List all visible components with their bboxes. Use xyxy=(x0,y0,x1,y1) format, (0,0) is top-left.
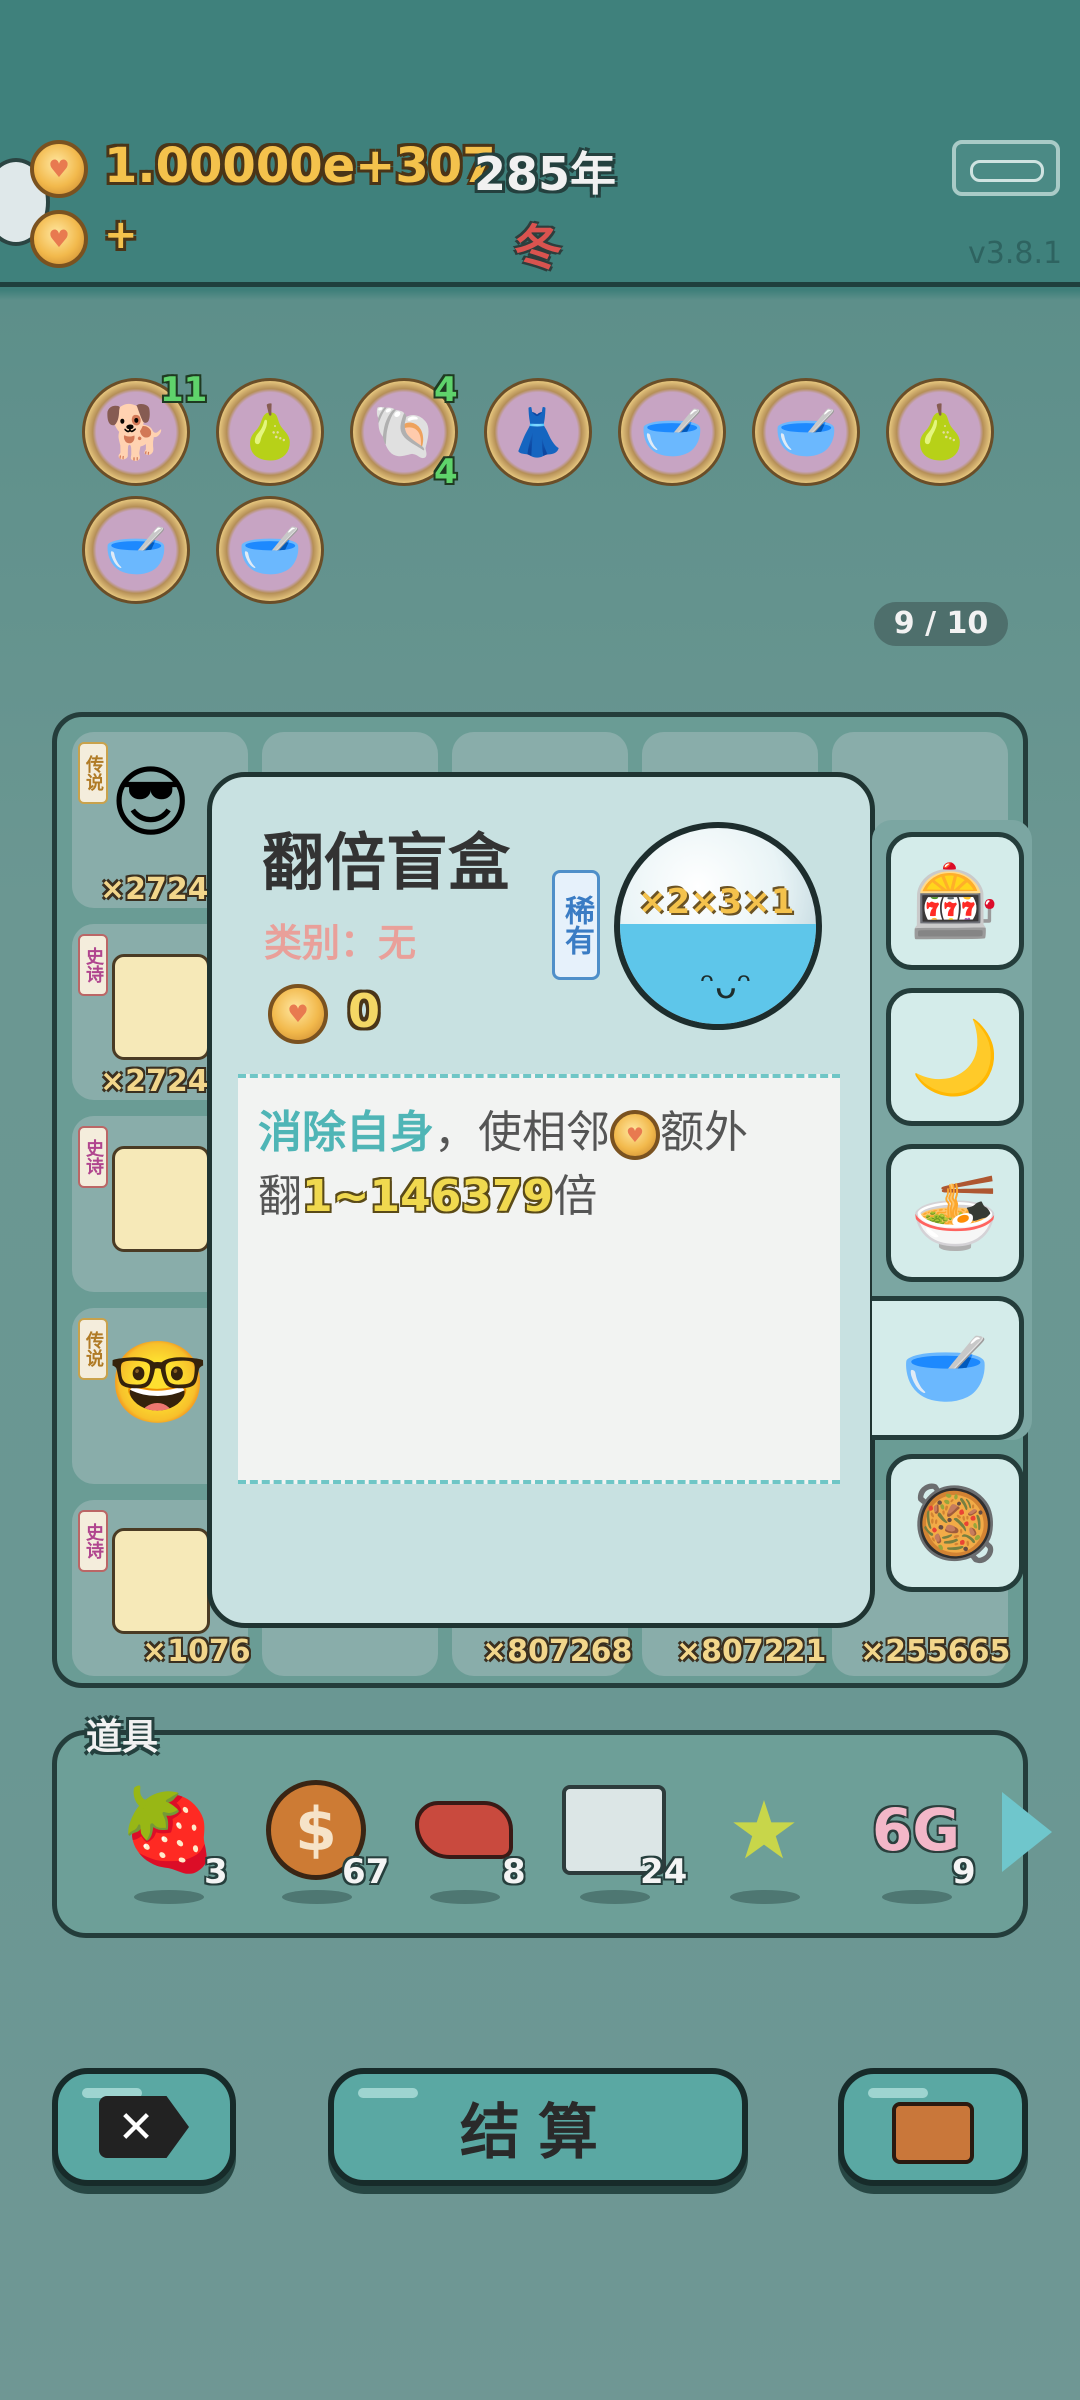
rarity-tag: 传说 xyxy=(78,742,108,804)
score-value: 1.00000e+307 xyxy=(104,138,496,194)
prop-shadow xyxy=(730,1890,800,1904)
close-icon: ✕ xyxy=(99,2096,189,2158)
bowl-arrow-icon: 🥣 xyxy=(773,402,839,463)
prop-item[interactable]: ★ xyxy=(704,1770,824,1890)
6g-icon: 6G xyxy=(872,1796,960,1864)
close-button[interactable]: ✕ xyxy=(52,2068,236,2186)
skirt-icon: 👗 xyxy=(509,404,567,459)
side-item-gacha[interactable]: 🎰 xyxy=(886,832,1024,970)
moon-icon: 🌙 xyxy=(910,1014,1000,1099)
category-label: 类别：无 xyxy=(264,921,417,965)
bubble-text: ×2×3×1 xyxy=(638,882,795,922)
item-count: ×2724 xyxy=(100,1064,209,1099)
item-count: ×255665 xyxy=(860,1634,1011,1669)
gold-coin-icon: ♥ xyxy=(30,140,88,198)
description-line-2: 翻1~146379倍 xyxy=(258,1160,597,1224)
lychee-icon: 🍓 xyxy=(118,1783,218,1876)
prop-count: 9 xyxy=(952,1852,976,1892)
cost-value: 0 xyxy=(348,984,381,1038)
item-count: ×807221 xyxy=(676,1634,827,1669)
gacha-machine-icon: 🎰 xyxy=(910,858,1000,943)
rarity-tag: 史诗 xyxy=(78,934,108,996)
blind-box-bowl-icon: 🥣 xyxy=(900,1325,991,1410)
item-title: 翻倍盲盒 xyxy=(262,826,511,899)
slot-item[interactable]: 🥣 xyxy=(618,378,726,486)
income-value: + xyxy=(104,212,138,258)
slot-item[interactable]: 👗 xyxy=(484,378,592,486)
key-button[interactable] xyxy=(952,140,1060,196)
pomelo-icon: 🍐 xyxy=(907,402,973,463)
rarity-badge: 稀有 xyxy=(552,870,600,980)
slot-count-badge: 4 xyxy=(434,370,458,410)
button-shine xyxy=(358,2088,418,2098)
slot-item[interactable]: 🍐 xyxy=(886,378,994,486)
item-count: ×2724 xyxy=(100,872,209,907)
smile-face: ᵔᴗᵔ xyxy=(700,966,752,1007)
slot-item[interactable]: 🥣 xyxy=(752,378,860,486)
season-label: 冬 xyxy=(514,220,563,276)
props-next-arrow[interactable] xyxy=(1002,1792,1052,1872)
gacha-machine-icon xyxy=(112,1528,210,1634)
bowl-icon: 🍜 xyxy=(910,1170,1000,1255)
shell-icon: 🐚 xyxy=(371,402,437,463)
description-text: ，使相邻 xyxy=(434,1107,610,1158)
slot-count-badge: 4 xyxy=(434,452,458,492)
prop-shadow xyxy=(580,1890,650,1904)
bowl-arrow-icon: 🥣 xyxy=(639,402,705,463)
prop-shadow xyxy=(134,1890,204,1904)
item-count: ×1076 xyxy=(142,1634,251,1669)
prop-count: 8 xyxy=(502,1852,526,1892)
year-label: 285年 xyxy=(474,147,617,201)
bowl-arrow-icon: 🥣 xyxy=(103,520,169,581)
dog-icon: 🐕 xyxy=(103,402,169,463)
description-text: 倍 xyxy=(553,1171,598,1222)
description-highlight: 消除自身 xyxy=(258,1107,434,1158)
description-text: 额外 xyxy=(660,1107,748,1158)
blind-box-bowl-icon: ×2×3×1 ᵔᴗᵔ xyxy=(614,822,822,1030)
star-icon: ★ xyxy=(728,1783,800,1877)
prop-shadow xyxy=(430,1890,500,1904)
rarity-tag: 史诗 xyxy=(78,1126,108,1188)
button-shine xyxy=(868,2088,928,2098)
slot-item[interactable]: 🥣 xyxy=(216,496,324,604)
briefcase-button[interactable] xyxy=(838,2068,1028,2186)
description-text: 翻 xyxy=(258,1171,302,1222)
key-icon xyxy=(970,160,1044,182)
gacha-machine-icon xyxy=(112,954,210,1060)
page-counter: 9 / 10 xyxy=(874,602,1008,646)
gold-coin-icon: ♥ xyxy=(30,210,88,268)
rarity-tag: 史诗 xyxy=(78,1510,108,1572)
multiplier-range: 1~146379 xyxy=(302,1171,554,1222)
side-item-bowl[interactable]: 🍜 xyxy=(886,1144,1024,1282)
gold-coin-icon: ♥ xyxy=(268,984,328,1044)
prop-shadow xyxy=(882,1890,952,1904)
slot-count-badge: 11 xyxy=(160,370,208,410)
prop-count: 3 xyxy=(204,1852,228,1892)
side-item-bowl-gray[interactable]: 🥘 xyxy=(886,1454,1024,1592)
pomelo-icon: 🍐 xyxy=(237,402,303,463)
gacha-machine-icon xyxy=(112,1146,210,1252)
gray-bowl-icon: 🥘 xyxy=(910,1480,1000,1565)
settle-label: 结算 xyxy=(460,2097,616,2168)
settle-button[interactable]: 结算 xyxy=(328,2068,748,2186)
prop-shadow xyxy=(282,1890,352,1904)
rarity-tag: 传说 xyxy=(78,1318,108,1380)
side-item-selected[interactable]: 🥣 xyxy=(872,1296,1024,1440)
gold-coin-icon: ♥ xyxy=(610,1110,660,1160)
prop-count: 67 xyxy=(342,1852,390,1892)
prop-count: 24 xyxy=(640,1852,688,1892)
version-label: v3.8.1 xyxy=(968,236,1063,271)
liver-icon xyxy=(415,1801,513,1859)
props-title: 道具 xyxy=(86,1717,159,1758)
briefcase-icon xyxy=(892,2102,974,2164)
item-count: ×807268 xyxy=(482,1634,633,1669)
sunglasses-man-icon: 😎 xyxy=(110,758,192,848)
slot-item[interactable]: 🥣 xyxy=(82,496,190,604)
bowl-arrow-icon: 🥣 xyxy=(237,520,303,581)
description-line-1: 消除自身，使相邻 ♥ 额外 xyxy=(258,1096,748,1160)
slot-item[interactable]: 🍐 xyxy=(216,378,324,486)
old-man-glasses-icon: 🤓 xyxy=(108,1336,208,1429)
side-item-moon[interactable]: 🌙 xyxy=(886,988,1024,1126)
